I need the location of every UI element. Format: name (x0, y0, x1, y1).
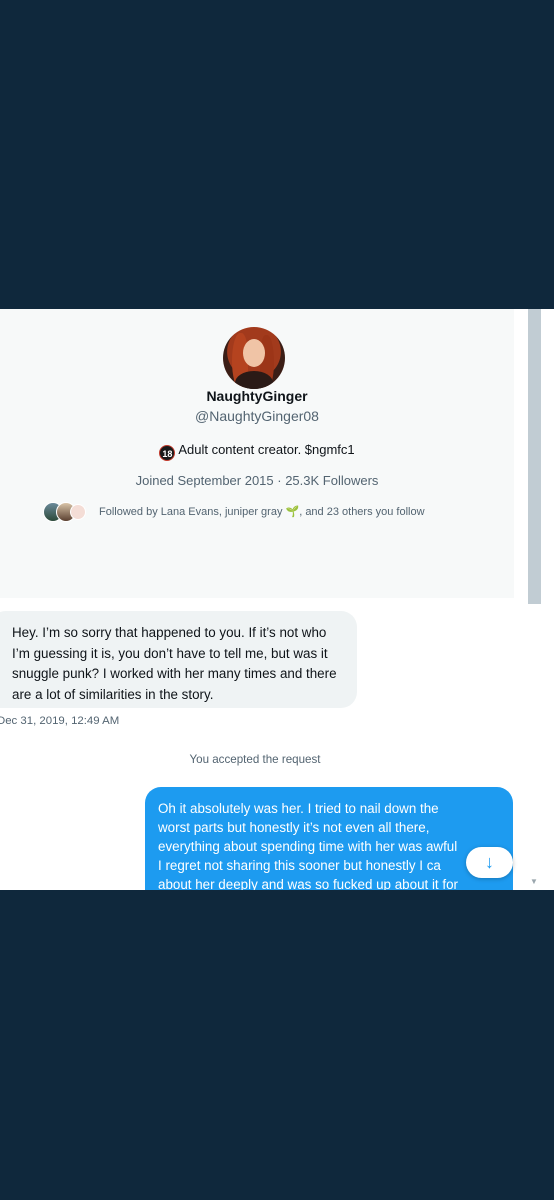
outgoing-message-line: Oh it absolutely was her. I tried to nai… (158, 801, 439, 816)
message-timestamp: Dec 31, 2019, 12:49 AM (0, 715, 120, 727)
outgoing-message[interactable]: Oh it absolutely was her. I tried to nai… (145, 787, 513, 890)
outgoing-message-line: I regret not sharing this sooner but hon… (158, 858, 441, 873)
sprout-icon: 🌱 (285, 505, 300, 518)
display-name[interactable]: NaughtyGinger (0, 388, 514, 404)
request-accepted-note: You accepted the request (189, 753, 321, 766)
follower-avatar (70, 504, 86, 520)
scroll-down-arrow-icon[interactable]: ▼ (530, 877, 538, 886)
scroll-to-bottom-button[interactable]: ↓ (466, 847, 513, 878)
outgoing-message-line: about her deeply and was so fucked up ab… (158, 877, 459, 890)
dm-conversation-panel: NaughtyGinger @NaughtyGinger08 18 Adult c… (0, 309, 554, 890)
adult-18-icon: 18 (159, 445, 176, 461)
followed-by-text: Followed by Lana Evans, juniper gray 🌱, … (99, 505, 425, 518)
outgoing-message-line: worst parts but honestly it’s not even a… (158, 820, 430, 835)
bio: 18 Adult content creator. $ngmfc1 (0, 442, 514, 461)
bio-text: Adult content creator. $ngmfc1 (178, 442, 355, 457)
arrow-down-icon: ↓ (485, 852, 494, 872)
avatar[interactable] (223, 327, 285, 389)
handle[interactable]: @NaughtyGinger08 (0, 408, 514, 424)
follower-avatars (43, 500, 89, 522)
profile-card[interactable]: NaughtyGinger @NaughtyGinger08 18 Adult c… (0, 309, 514, 598)
joined-followers: Joined September 2015 · 25.3K Followers (135, 473, 379, 488)
outgoing-message-line: everything about spending time with her … (158, 839, 458, 854)
incoming-message[interactable]: Hey. I’m so sorry that happened to you. … (0, 611, 357, 708)
followed-by[interactable]: Followed by Lana Evans, juniper gray 🌱, … (43, 500, 425, 522)
scrollbar[interactable]: ▼ (527, 309, 542, 890)
scrollbar-thumb[interactable] (528, 309, 541, 604)
